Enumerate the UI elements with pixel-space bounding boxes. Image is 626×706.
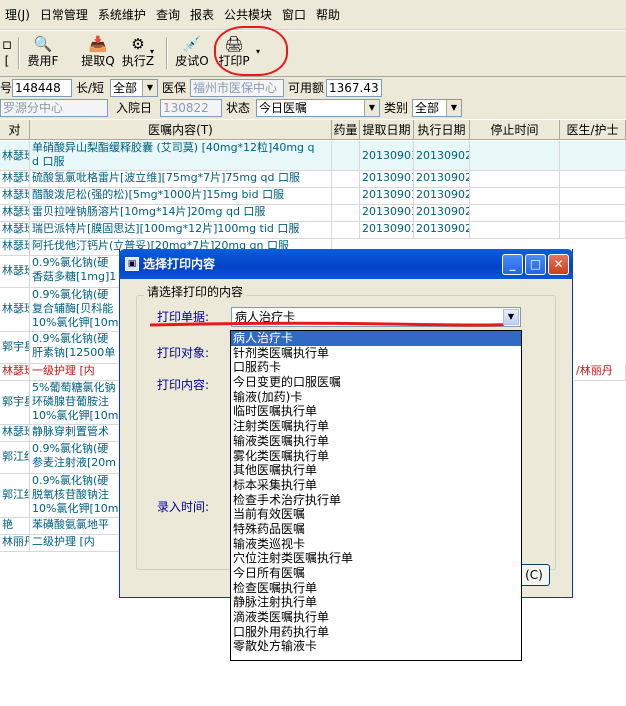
print-target-label: 打印对象: — [157, 346, 210, 360]
extract-button[interactable]: 📥 提取Q — [78, 35, 118, 73]
dialog-title: 选择打印内容 — [143, 257, 216, 271]
app-icon: ▣ — [125, 257, 139, 271]
close-icon[interactable]: ✕ — [548, 254, 569, 275]
insurance-label: 医保 — [162, 81, 187, 95]
skin-test-icon: 💉 — [182, 35, 202, 53]
patient-form: 号 148448 长/短 全部 ▼ 医保 福州市医保中心 可用额 1367.43 … — [0, 77, 626, 119]
menu-item[interactable]: 窗口 — [277, 0, 311, 30]
dropdown-option[interactable]: 针剂类医嘱执行单 — [231, 346, 521, 361]
group-label: 请选择打印的内容 — [144, 284, 247, 300]
dropdown-option[interactable]: 输液类医嘱执行单 — [231, 434, 521, 449]
menu-item[interactable]: 报表 — [185, 0, 219, 30]
id-label: 号 — [0, 81, 13, 95]
magnifier-icon: 🔍 — [33, 35, 53, 53]
chevron-down-icon: ▼ — [364, 100, 379, 116]
chevron-down-icon[interactable]: ▼ — [503, 309, 519, 325]
column-header[interactable]: 执行日期 — [414, 120, 470, 140]
maximize-icon[interactable]: □ — [525, 254, 546, 275]
dropdown-option[interactable]: 其他医嘱执行单 — [231, 463, 521, 478]
column-header[interactable]: 药量 — [332, 120, 360, 140]
menu-item[interactable]: 日常管理 — [35, 0, 93, 30]
type-select[interactable]: 全部 ▼ — [110, 79, 158, 97]
red-annotation-circle — [214, 26, 288, 76]
toolbar-separator — [166, 37, 168, 69]
extract-icon: 📥 — [88, 35, 108, 53]
dropdown-option[interactable]: 病人治疗卡 — [231, 331, 521, 346]
chevron-down-icon: ▼ — [142, 80, 157, 96]
source-field: 罗源分中心 — [0, 99, 108, 117]
dropdown-option[interactable]: 雾化类医嘱执行单 — [231, 449, 521, 464]
admit-field: 130822 — [160, 99, 222, 117]
table-row[interactable]: 林瑟珠 醋酸泼尼松(强的松)[5mg*1000片]15mg bid 口服 201… — [0, 188, 626, 205]
dropdown-option[interactable]: 静脉注射执行单 — [231, 595, 521, 610]
dropdown-option[interactable]: 穴位注射类医嘱执行单 — [231, 551, 521, 566]
available-label: 可用额 — [288, 81, 325, 95]
dropdown-option[interactable]: 今日所有医嘱 — [231, 566, 521, 581]
menu-item[interactable]: 帮助 — [311, 0, 345, 30]
column-header[interactable]: 医嘱内容(T) — [30, 120, 332, 140]
category-select[interactable]: 全部 ▼ — [412, 99, 462, 117]
minimize-icon[interactable]: _ — [502, 254, 523, 275]
skin-test-button[interactable]: 💉 皮试O — [172, 35, 212, 73]
dropdown-option[interactable]: 检查手术治疗执行单 — [231, 493, 521, 508]
entry-time-label: 录入时间: — [157, 500, 210, 514]
fee-button[interactable]: 🔍 费用F — [24, 35, 62, 73]
dropdown-option[interactable]: 检查医嘱执行单 — [231, 581, 521, 596]
dropdown-option[interactable]: 临时医嘱执行单 — [231, 404, 521, 419]
dialog-title-bar[interactable]: ▣ 选择打印内容 _ □ ✕ — [119, 249, 573, 279]
dropdown-option[interactable]: 今日变更的口服医嘱 — [231, 375, 521, 390]
print-doc-dropdown-list: 病人治疗卡 针剂类医嘱执行单 口服药卡 今日变更的口服医嘱 输液(加药)卡 临时… — [230, 330, 522, 661]
menu-item[interactable]: 查询 — [151, 0, 185, 30]
toolbar-button-partial[interactable]: ▫ [ — [0, 35, 14, 73]
menu-item[interactable]: 系统维护 — [93, 0, 151, 30]
dropdown-option[interactable]: 口服外用药执行单 — [231, 625, 521, 640]
table-row[interactable]: 林瑟珠 瑞巴派特片[膜固思达][100mg*12片]100mg tid 口服 2… — [0, 222, 626, 239]
insurance-field: 福州市医保中心 — [190, 79, 284, 97]
available-field: 1367.43 — [326, 79, 382, 97]
column-header[interactable]: 停止时间 — [470, 120, 560, 140]
admit-label: 入院日 — [116, 101, 153, 115]
print-content-label: 打印内容: — [157, 378, 210, 392]
column-header[interactable]: 对 — [0, 120, 30, 140]
toolbar-separator — [18, 37, 20, 69]
column-header[interactable]: 医生/护士 — [560, 120, 626, 140]
dropdown-option[interactable]: 注射类医嘱执行单 — [231, 419, 521, 434]
chevron-down-icon: ▼ — [446, 100, 461, 116]
type-label: 长/短 — [76, 81, 105, 95]
tool-icon: ▫ — [1, 35, 13, 53]
dropdown-option[interactable]: 当前有效医嘱 — [231, 507, 521, 522]
dropdown-option[interactable]: 输液(加药)卡 — [231, 390, 521, 405]
red-annotation-underline — [150, 321, 504, 327]
category-label: 类别 — [384, 101, 409, 115]
dropdown-option[interactable]: 输液类巡视卡 — [231, 537, 521, 552]
dropdown-option[interactable]: 滴液类医嘱执行单 — [231, 610, 521, 625]
column-header[interactable]: 提取日期 — [360, 120, 414, 140]
status-select[interactable]: 今日医嘱 ▼ — [256, 99, 380, 117]
dropdown-option[interactable]: 标本采集执行单 — [231, 478, 521, 493]
toolbar: ▫ [ 🔍 费用F 📥 提取Q ⚙ 执行Z ▾ 💉 皮试O 🖨 打印P ▾ — [0, 31, 626, 77]
menu-bar: 理(J) 日常管理 系统维护 查询 报表 公共模块 窗口 帮助 — [0, 0, 626, 30]
chevron-down-icon[interactable]: ▾ — [150, 47, 154, 56]
dropdown-option[interactable]: 零散处方输液卡 — [231, 639, 521, 654]
cancel-button[interactable]: (C) — [518, 564, 550, 586]
dropdown-option[interactable]: 口服药卡 — [231, 360, 521, 375]
table-row[interactable]: 林瑟珠 雷贝拉唑钠肠溶片[10mg*14片]20mg qd 口服 2013090… — [0, 205, 626, 222]
status-label: 状态 — [226, 101, 251, 115]
id-input[interactable]: 148448 — [12, 79, 72, 97]
dropdown-option[interactable]: 特殊药品医嘱 — [231, 522, 521, 537]
menu-item[interactable]: 理(J) — [0, 0, 35, 30]
table-row[interactable]: 林瑟珠 硫酸氢氯吡格雷片[波立维][75mg*7片]75mg qd 口服 201… — [0, 171, 626, 188]
table-row[interactable]: 林瑟珠 单硝酸异山梨酯缓释胶囊 (艾司莫) [40mg*12粒]40mg qd … — [0, 141, 626, 171]
